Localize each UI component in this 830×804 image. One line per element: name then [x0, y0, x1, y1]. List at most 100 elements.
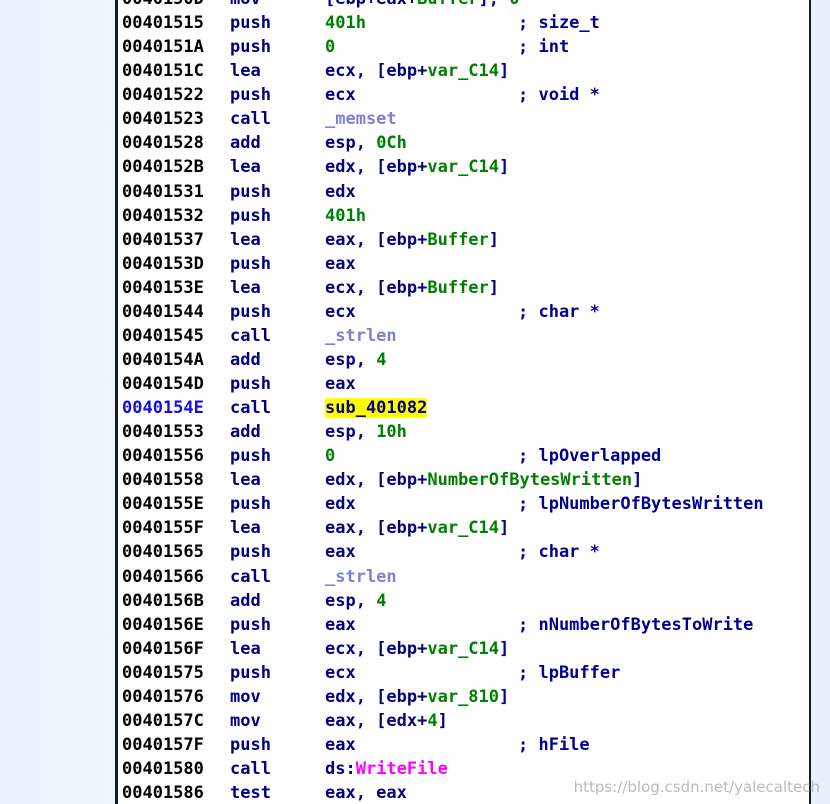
line-address: 00401575 — [122, 662, 204, 683]
line-mnemonic: call — [230, 398, 271, 419]
disasm-line[interactable]: 0040153D push eax — [122, 252, 764, 276]
disasm-line[interactable]: 0040153E lea ecx, [ebp+Buffer] — [122, 276, 764, 300]
line-address: 00401532 — [122, 205, 204, 226]
line-operands: ds:WriteFile — [325, 757, 518, 781]
operand-text: esp, — [325, 422, 377, 443]
disasm-line[interactable]: 0040157F push eax ; hFile — [122, 733, 764, 757]
line-address: 0040156E — [122, 614, 204, 635]
line-operands: edx, [ebp+var_810] — [325, 685, 518, 709]
line-operands: eax, [edx+4] — [325, 709, 518, 733]
line-address: 00401553 — [122, 422, 204, 443]
line-mnemonic: lea — [230, 61, 261, 82]
operand-name-link[interactable]: Buffer — [427, 278, 488, 298]
disasm-line[interactable]: 0040154D push eax — [122, 372, 764, 396]
operand-name-link[interactable]: var_C14 — [427, 639, 499, 659]
disasm-line[interactable]: 00401553 add esp, 10h — [122, 420, 764, 444]
operand-name-link[interactable]: var_C14 — [427, 61, 499, 81]
operand-name-link[interactable]: Buffer — [417, 0, 478, 9]
line-mnemonic: push — [230, 734, 271, 755]
line-address: 00401528 — [122, 133, 204, 154]
disasm-line[interactable]: 0040156E push eax ; nNumberOfBytesToWrite — [122, 613, 764, 637]
line-mnemonic: push — [230, 614, 271, 635]
line-operands: eax, [ebp+Buffer] — [325, 228, 518, 252]
operand-text: eax, eax — [325, 783, 407, 804]
operand-name-link[interactable]: var_810 — [427, 687, 499, 707]
disasm-line[interactable]: 0040151C lea ecx, [ebp+var_C14] — [122, 59, 764, 83]
line-mnemonic: add — [230, 349, 261, 370]
line-mnemonic: push — [230, 301, 271, 322]
line-address: 0040150D — [122, 0, 230, 11]
disasm-line[interactable]: 00401532 push 401h — [122, 204, 764, 228]
line-operands: eax, eax — [325, 781, 518, 804]
line-address: 00401556 — [122, 446, 204, 467]
operand-text: 0 — [509, 0, 519, 9]
operand-name-link[interactable]: _strlen — [325, 567, 397, 587]
operand-name-link[interactable]: Buffer — [427, 230, 488, 250]
operand-text: eax, [ebp+ — [325, 229, 428, 250]
operand-text: edx — [325, 181, 356, 202]
line-mnemonic: call — [230, 325, 271, 346]
line-address: 0040156B — [122, 590, 204, 611]
operand-name-link[interactable]: _strlen — [325, 326, 397, 346]
line-address: 0040156F — [122, 638, 204, 659]
operand-text: 4 — [427, 710, 438, 731]
disasm-line[interactable]: 00401576 mov edx, [ebp+var_810] — [122, 685, 764, 709]
disasm-line[interactable]: 0040150Dmov[ebp+eax+Buffer], 0 — [122, 0, 764, 11]
line-mnemonic: add — [230, 422, 261, 443]
operand-name-link[interactable]: _memset — [325, 109, 397, 129]
disasm-line[interactable]: 00401523 call _memset — [122, 107, 764, 131]
line-operands: ecx, [ebp+var_C14] — [325, 59, 518, 83]
operand-text: 0 — [325, 446, 336, 467]
line-address: 0040154A — [122, 349, 204, 370]
disasm-line[interactable]: 0040155E push edx ; lpNumberOfBytesWritten — [122, 492, 764, 516]
disasm-line[interactable]: 0040152B lea edx, [ebp+var_C14] — [122, 155, 764, 179]
disasm-line[interactable]: 00401528 add esp, 0Ch — [122, 131, 764, 155]
operand-text: edx, [ebp+ — [325, 686, 428, 707]
line-operands: eax — [325, 372, 518, 396]
operand-name-link[interactable]: sub_401082 — [325, 398, 428, 419]
disasm-line[interactable]: 0040156F lea ecx, [ebp+var_C14] — [122, 637, 764, 661]
line-address: 00401515 — [122, 13, 204, 34]
operand-name-link[interactable]: var_C14 — [427, 518, 499, 538]
line-operands: _strlen — [325, 324, 518, 348]
disasm-line[interactable]: 00401537 lea eax, [ebp+Buffer] — [122, 228, 764, 252]
disasm-line[interactable]: 0040157C mov eax, [edx+4] — [122, 709, 764, 733]
disasm-line[interactable]: 00401558 lea edx, [ebp+NumberOfBytesWritte… — [122, 468, 764, 492]
line-mnemonic: add — [230, 590, 261, 611]
disasm-line[interactable]: 00401566 call _strlen — [122, 565, 764, 589]
disasm-line[interactable]: 0040155F lea eax, [ebp+var_C14] — [122, 516, 764, 540]
operand-text: ecx — [325, 662, 356, 683]
disassembly-view[interactable]: 0040150Dmov[ebp+eax+Buffer], 000401515pu… — [115, 0, 811, 804]
line-address: 0040154D — [122, 374, 204, 394]
disasm-line[interactable]: 00401531 push edx — [122, 180, 764, 204]
line-address: 0040154E — [122, 398, 204, 419]
line-comment: ; lpOverlapped — [518, 446, 662, 467]
disasm-line[interactable]: 00401575 push ecx ; lpBuffer — [122, 661, 764, 685]
line-mnemonic: push — [230, 37, 271, 58]
disasm-line[interactable]: 00401556 push 0 ; lpOverlapped — [122, 444, 764, 468]
operand-name-link[interactable]: NumberOfBytesWritten — [427, 470, 632, 490]
disasm-line[interactable]: 0040151A push 0 ; int — [122, 35, 764, 59]
line-operands: esp, 10h — [325, 420, 518, 444]
operand-name-link[interactable]: WriteFile — [356, 759, 448, 779]
line-operands: esp, 4 — [325, 348, 518, 372]
disasm-line[interactable]: 00401565 push eax ; char * — [122, 540, 764, 564]
disasm-line[interactable]: 00401515 push 401h ; size_t — [122, 11, 764, 35]
line-mnemonic: mov — [230, 0, 325, 11]
line-mnemonic: push — [230, 205, 271, 226]
disasm-line[interactable]: 00401522 push ecx ; void * — [122, 83, 764, 107]
line-mnemonic: push — [230, 253, 271, 274]
disasm-line[interactable]: 0040154E call sub_401082 — [122, 396, 764, 420]
line-address: 00401566 — [122, 566, 204, 587]
operand-text: ecx, [ebp+ — [325, 638, 428, 659]
line-mnemonic: test — [230, 783, 271, 804]
disasm-line[interactable]: 00401545 call _strlen — [122, 324, 764, 348]
line-mnemonic: lea — [230, 157, 261, 178]
disassembly-listing: 0040150Dmov[ebp+eax+Buffer], 000401515pu… — [122, 0, 764, 804]
disasm-line[interactable]: 0040156B add esp, 4 — [122, 589, 764, 613]
operand-text: ] — [488, 229, 500, 250]
disasm-line[interactable]: 0040154A add esp, 4 — [122, 348, 764, 372]
line-mnemonic: lea — [230, 229, 261, 250]
operand-name-link[interactable]: var_C14 — [427, 157, 499, 177]
disasm-line[interactable]: 00401544 push ecx ; char * — [122, 300, 764, 324]
